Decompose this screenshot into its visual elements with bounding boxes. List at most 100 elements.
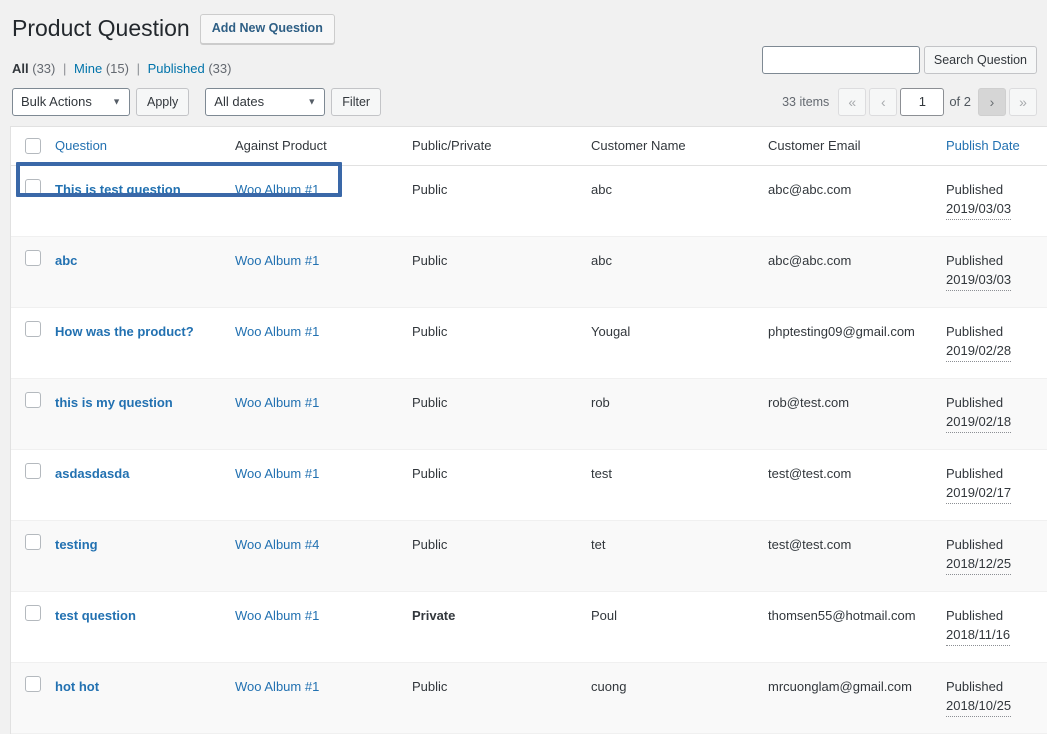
cell-publish-date: Published 2019/02/17 (946, 450, 1047, 521)
table-row[interactable]: testing Woo Album #4 Public tet test@tes… (11, 520, 1047, 592)
cell-customer-email: thomsen55@hotmail.com (768, 592, 946, 663)
cell-product: Woo Album #1 (235, 450, 412, 521)
question-link[interactable]: How was the product? (55, 324, 194, 339)
cell-customer-email: phptesting09@gmail.com (768, 308, 946, 379)
page-title: Product Question (12, 15, 190, 41)
column-header-against-product: Against Product (235, 126, 412, 166)
publish-date: 2019/03/03 (946, 270, 1012, 291)
table-body: This is test question Woo Album #1 Publi… (11, 165, 1047, 734)
publish-status: Published (946, 252, 1004, 268)
row-checkbox-cell (11, 662, 55, 734)
product-link[interactable]: Woo Album #1 (235, 324, 319, 339)
cell-publish-date: Published 2019/03/03 (946, 236, 1047, 308)
publish-date: 2019/02/18 (946, 412, 1012, 433)
column-header-publish-date[interactable]: Publish Date (946, 126, 1047, 166)
cell-product: Woo Album #1 (235, 592, 412, 663)
publish-status: Published (946, 678, 1004, 694)
publish-date: 2019/02/28 (946, 341, 1012, 362)
question-link[interactable]: test question (55, 608, 136, 623)
row-checkbox[interactable] (25, 462, 41, 479)
question-link[interactable]: hot hot (55, 679, 99, 694)
table-row[interactable]: How was the product? Woo Album #1 Public… (11, 308, 1047, 379)
row-checkbox-cell (11, 236, 55, 308)
question-link[interactable]: abc (55, 253, 77, 268)
table-row[interactable]: test question Woo Album #1 Private Poul … (11, 592, 1047, 663)
cell-customer-email: test@test.com (768, 520, 946, 592)
apply-button[interactable]: Apply (136, 87, 190, 116)
search-question-button[interactable]: Search Question (923, 46, 1037, 74)
question-link[interactable]: asdasdasda (55, 466, 129, 481)
product-link[interactable]: Woo Album #1 (235, 253, 319, 268)
cell-customer-name: abc (591, 236, 768, 308)
column-header-against-product-label: Against Product (235, 138, 327, 154)
product-link[interactable]: Woo Album #1 (235, 608, 319, 623)
pagination-first-button[interactable]: « (838, 87, 867, 116)
row-checkbox[interactable] (25, 249, 41, 266)
product-link[interactable]: Woo Album #1 (235, 466, 319, 481)
cell-question: How was the product? (55, 308, 235, 379)
pagination-last-button[interactable]: » (1009, 87, 1037, 116)
row-checkbox[interactable] (25, 675, 41, 692)
cell-question: asdasdasda (55, 450, 235, 521)
question-link[interactable]: testing (55, 537, 98, 552)
cell-publish-date: Published 2019/02/18 (946, 378, 1047, 450)
pagination-prev-button[interactable]: ‹ (869, 87, 898, 116)
column-header-customer-email-label: Customer Email (768, 138, 861, 154)
publish-status: Published (946, 181, 1004, 197)
table-row[interactable]: this is my question Woo Album #1 Public … (11, 378, 1047, 450)
product-link[interactable]: Woo Album #1 (235, 679, 319, 694)
cell-customer-email: mrcuonglam@gmail.com (768, 662, 946, 734)
publish-status: Published (946, 465, 1004, 481)
row-checkbox-cell (11, 378, 55, 450)
cell-publish-date: Published 2019/02/28 (946, 308, 1047, 379)
select-all-checkbox[interactable] (25, 137, 41, 154)
table-row[interactable]: hot hot Woo Album #1 Public cuong mrcuon… (11, 662, 1047, 734)
bulk-actions-select[interactable]: Bulk Actions ▼ (12, 87, 130, 116)
row-checkbox[interactable] (25, 533, 41, 550)
cell-visibility: Public (412, 450, 591, 521)
column-header-question[interactable]: Question (55, 126, 235, 166)
date-filter-select-value: All dates (214, 94, 265, 110)
filter-count-all: (33) (32, 60, 56, 76)
search-input[interactable] (761, 46, 920, 74)
filter-separator-2: | (136, 60, 140, 76)
add-new-question-button[interactable]: Add New Question (199, 14, 335, 44)
cell-customer-name: test (591, 450, 768, 521)
pagination: 33 items « ‹ of 2 › » (782, 87, 1037, 116)
cell-product: Woo Album #1 (235, 165, 412, 237)
filter-button[interactable]: Filter (331, 87, 382, 116)
table-row[interactable]: This is test question Woo Album #1 Publi… (11, 165, 1047, 237)
publish-status: Published (946, 323, 1004, 339)
row-checkbox-cell (11, 592, 55, 663)
page-header: Product Question Add New Question (10, 0, 1037, 46)
product-link[interactable]: Woo Album #1 (235, 182, 319, 197)
question-link[interactable]: this is my question (55, 395, 173, 410)
filter-count-mine: (15) (105, 60, 129, 76)
product-link[interactable]: Woo Album #4 (235, 537, 319, 552)
cell-visibility: Public (412, 378, 591, 450)
publish-date: 2018/12/25 (946, 554, 1012, 575)
row-checkbox[interactable] (25, 320, 41, 337)
row-checkbox[interactable] (25, 391, 41, 408)
question-link[interactable]: This is test question (55, 182, 181, 197)
row-checkbox[interactable] (25, 604, 41, 621)
cell-publish-date: Published 2019/03/03 (946, 166, 1047, 237)
table-row[interactable]: asdasdasda Woo Album #1 Public test test… (11, 450, 1047, 521)
pagination-current-page-input[interactable] (900, 87, 945, 116)
product-link[interactable]: Woo Album #1 (235, 395, 319, 410)
filter-link-published[interactable]: Published (148, 61, 205, 76)
cell-visibility: Public (412, 662, 591, 734)
filter-link-mine[interactable]: Mine (74, 61, 102, 76)
cell-visibility: Public (412, 308, 591, 379)
filter-count-published: (33) (208, 60, 232, 76)
cell-customer-name: tet (591, 520, 768, 592)
pagination-next-button[interactable]: › (978, 87, 1006, 116)
cell-customer-email: abc@abc.com (768, 236, 946, 308)
date-filter-select[interactable]: All dates ▼ (205, 87, 326, 116)
table-header-row: Question Against Product Public/Private … (11, 126, 1047, 166)
table-row[interactable]: abc Woo Album #1 Public abc abc@abc.com … (11, 236, 1047, 308)
filter-link-all[interactable]: All (12, 61, 29, 76)
row-checkbox[interactable] (25, 178, 41, 195)
publish-date: 2018/10/25 (946, 696, 1012, 717)
cell-question: test question (55, 592, 235, 663)
